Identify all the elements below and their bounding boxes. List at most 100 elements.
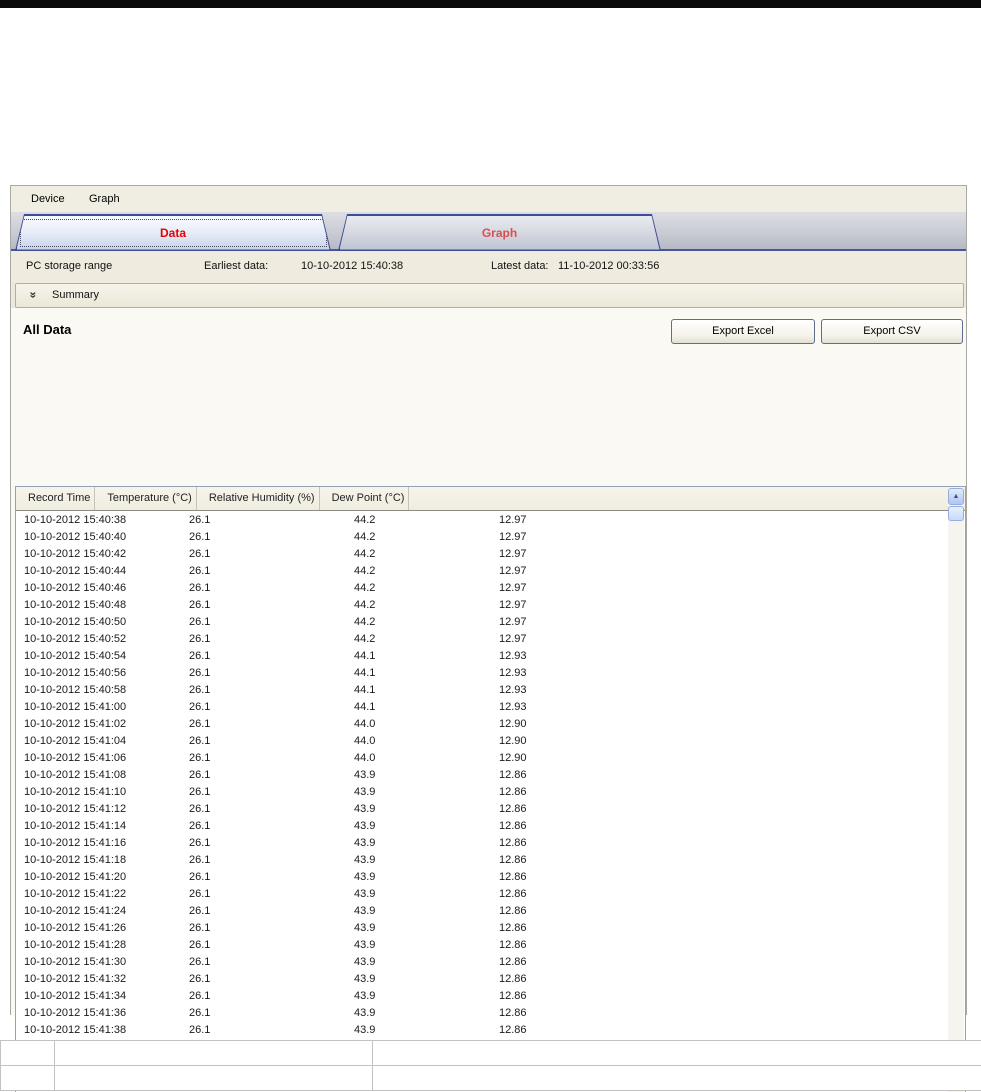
table-row[interactable]: 10-10-2012 15:41:26 26.1 43.9 12.86	[16, 920, 965, 937]
vertical-scrollbar[interactable]: ▲ ▼	[948, 488, 964, 1092]
cell-empty	[626, 988, 965, 1005]
cell-relative-humidity: 43.9	[354, 956, 376, 968]
cell-relative-humidity: 43.9	[354, 1007, 376, 1019]
cell-temperature: 26.1	[189, 531, 211, 543]
cell-dew-point: 12.90	[499, 718, 527, 730]
cell-temperature: 26.1	[189, 650, 211, 662]
table-row[interactable]: 10-10-2012 15:41:24 26.1 43.9 12.86	[16, 903, 965, 920]
table-row[interactable]: 10-10-2012 15:41:12 26.1 43.9 12.86	[16, 801, 965, 818]
cell-record-time: 10-10-2012 15:41:18	[24, 854, 127, 866]
cell-record-time: 10-10-2012 15:41:22	[24, 888, 127, 900]
table-row[interactable]: 10-10-2012 15:40:50 26.1 44.2 12.97	[16, 614, 965, 631]
cell-record-time: 10-10-2012 15:41:14	[24, 820, 127, 832]
column-header[interactable]: Relative Humidity (%)	[195, 487, 319, 510]
cell-dew-point: 12.93	[499, 701, 527, 713]
summary-expander[interactable]: » Summary	[15, 283, 964, 308]
table-row[interactable]: 10-10-2012 15:40:40 26.1 44.2 12.97	[16, 529, 965, 546]
cell-temperature: 26.1	[189, 990, 211, 1002]
column-header[interactable]: Dew Point (°C)	[318, 487, 409, 510]
cell-dew-point: 12.86	[499, 854, 527, 866]
storage-info-bar: PC storage range Earliest data: 10-10-20…	[11, 251, 966, 283]
table-row[interactable]: 10-10-2012 15:40:48 26.1 44.2 12.97	[16, 597, 965, 614]
cell-relative-humidity: 43.9	[354, 769, 376, 781]
tab-graph-label: Graph	[481, 225, 518, 240]
top-black-bar	[0, 0, 981, 8]
cell-empty	[626, 631, 965, 648]
table-row[interactable]: 10-10-2012 15:40:52 26.1 44.2 12.97	[16, 631, 965, 648]
cell-temperature: 26.1	[189, 922, 211, 934]
cell-dew-point: 12.97	[499, 514, 527, 526]
table-row[interactable]: 10-10-2012 15:41:10 26.1 43.9 12.86	[16, 784, 965, 801]
latest-data-value: 11-10-2012 00:33:56	[558, 260, 660, 272]
cell-record-time: 10-10-2012 15:41:34	[24, 990, 127, 1002]
cell-temperature: 26.1	[189, 837, 211, 849]
table-row[interactable]: 10-10-2012 15:41:14 26.1 43.9 12.86	[16, 818, 965, 835]
cell-record-time: 10-10-2012 15:40:48	[24, 599, 127, 611]
cell-relative-humidity: 43.9	[354, 803, 376, 815]
table-body: 10-10-2012 15:40:38 26.1 44.2 12.97 10-1…	[16, 512, 965, 1092]
cell-record-time: 10-10-2012 15:40:42	[24, 548, 127, 560]
table-row[interactable]: 10-10-2012 15:41:08 26.1 43.9 12.86	[16, 767, 965, 784]
cell-empty	[626, 750, 965, 767]
export-excel-button[interactable]: Export Excel	[671, 319, 815, 344]
table-row[interactable]: 10-10-2012 15:40:42 26.1 44.2 12.97	[16, 546, 965, 563]
cell-dew-point: 12.86	[499, 820, 527, 832]
data-table: Record Time Temperature (°C) Relative Hu…	[15, 486, 966, 1092]
tab-data-label: Data	[159, 225, 186, 240]
cell-record-time: 10-10-2012 15:41:02	[24, 718, 127, 730]
scroll-thumb[interactable]	[948, 506, 964, 521]
table-row[interactable]: 10-10-2012 15:41:30 26.1 43.9 12.86	[16, 954, 965, 971]
cell-empty	[626, 665, 965, 682]
table-row[interactable]: 10-10-2012 15:40:56 26.1 44.1 12.93	[16, 665, 965, 682]
cell-relative-humidity: 43.9	[354, 837, 376, 849]
cell-record-time: 10-10-2012 15:41:04	[24, 735, 127, 747]
table-row[interactable]: 10-10-2012 15:41:16 26.1 43.9 12.86	[16, 835, 965, 852]
cell-relative-humidity: 44.2	[354, 565, 376, 577]
cell-temperature: 26.1	[189, 599, 211, 611]
table-row[interactable]: 10-10-2012 15:40:54 26.1 44.1 12.93	[16, 648, 965, 665]
column-header[interactable]: Record Time	[16, 487, 94, 510]
table-row[interactable]: 10-10-2012 15:41:32 26.1 43.9 12.86	[16, 971, 965, 988]
menu-item-graph[interactable]: Graph	[83, 191, 126, 207]
cell-temperature: 26.1	[189, 616, 211, 628]
column-header[interactable]: Temperature (°C)	[94, 487, 195, 510]
menu-bar: Device Graph	[11, 186, 966, 212]
table-row[interactable]: 10-10-2012 15:41:02 26.1 44.0 12.90	[16, 716, 965, 733]
cell-empty	[626, 1005, 965, 1022]
table-row[interactable]: 10-10-2012 15:40:46 26.1 44.2 12.97	[16, 580, 965, 597]
tab-data[interactable]: Data	[15, 214, 331, 251]
table-row[interactable]: 10-10-2012 15:41:38 26.1 43.9 12.86	[16, 1022, 965, 1039]
cell-empty	[626, 563, 965, 580]
cell-relative-humidity: 44.1	[354, 650, 376, 662]
table-row[interactable]: 10-10-2012 15:41:20 26.1 43.9 12.86	[16, 869, 965, 886]
table-row[interactable]: 10-10-2012 15:41:04 26.1 44.0 12.90	[16, 733, 965, 750]
tab-graph[interactable]: Graph	[338, 214, 661, 251]
summary-label: Summary	[52, 289, 100, 301]
cell-record-time: 10-10-2012 15:41:08	[24, 769, 127, 781]
menu-item-device[interactable]: Device	[25, 191, 71, 207]
table-row[interactable]: 10-10-2012 15:40:38 26.1 44.2 12.97	[16, 512, 965, 529]
scroll-up-button[interactable]: ▲	[948, 488, 964, 505]
footer-table-cell	[373, 1066, 981, 1090]
table-row[interactable]: 10-10-2012 15:40:44 26.1 44.2 12.97	[16, 563, 965, 580]
cell-empty	[626, 852, 965, 869]
table-row[interactable]: 10-10-2012 15:41:34 26.1 43.9 12.86	[16, 988, 965, 1005]
table-row[interactable]: 10-10-2012 15:41:28 26.1 43.9 12.86	[16, 937, 965, 954]
cell-record-time: 10-10-2012 15:40:50	[24, 616, 127, 628]
table-row[interactable]: 10-10-2012 15:41:06 26.1 44.0 12.90	[16, 750, 965, 767]
latest-data-label: Latest data:	[491, 260, 549, 272]
table-row[interactable]: 10-10-2012 15:41:18 26.1 43.9 12.86	[16, 852, 965, 869]
column-header[interactable]	[408, 487, 425, 510]
cell-record-time: 10-10-2012 15:41:24	[24, 905, 127, 917]
cell-empty	[626, 682, 965, 699]
table-row[interactable]: 10-10-2012 15:41:36 26.1 43.9 12.86	[16, 1005, 965, 1022]
table-row[interactable]: 10-10-2012 15:40:58 26.1 44.1 12.93	[16, 682, 965, 699]
export-csv-button[interactable]: Export CSV	[821, 319, 963, 344]
cell-relative-humidity: 43.9	[354, 854, 376, 866]
table-row[interactable]: 10-10-2012 15:41:22 26.1 43.9 12.86	[16, 886, 965, 903]
cell-temperature: 26.1	[189, 803, 211, 815]
cell-relative-humidity: 44.0	[354, 752, 376, 764]
table-row[interactable]: 10-10-2012 15:41:00 26.1 44.1 12.93	[16, 699, 965, 716]
cell-record-time: 10-10-2012 15:40:40	[24, 531, 127, 543]
cell-empty	[626, 1022, 965, 1039]
